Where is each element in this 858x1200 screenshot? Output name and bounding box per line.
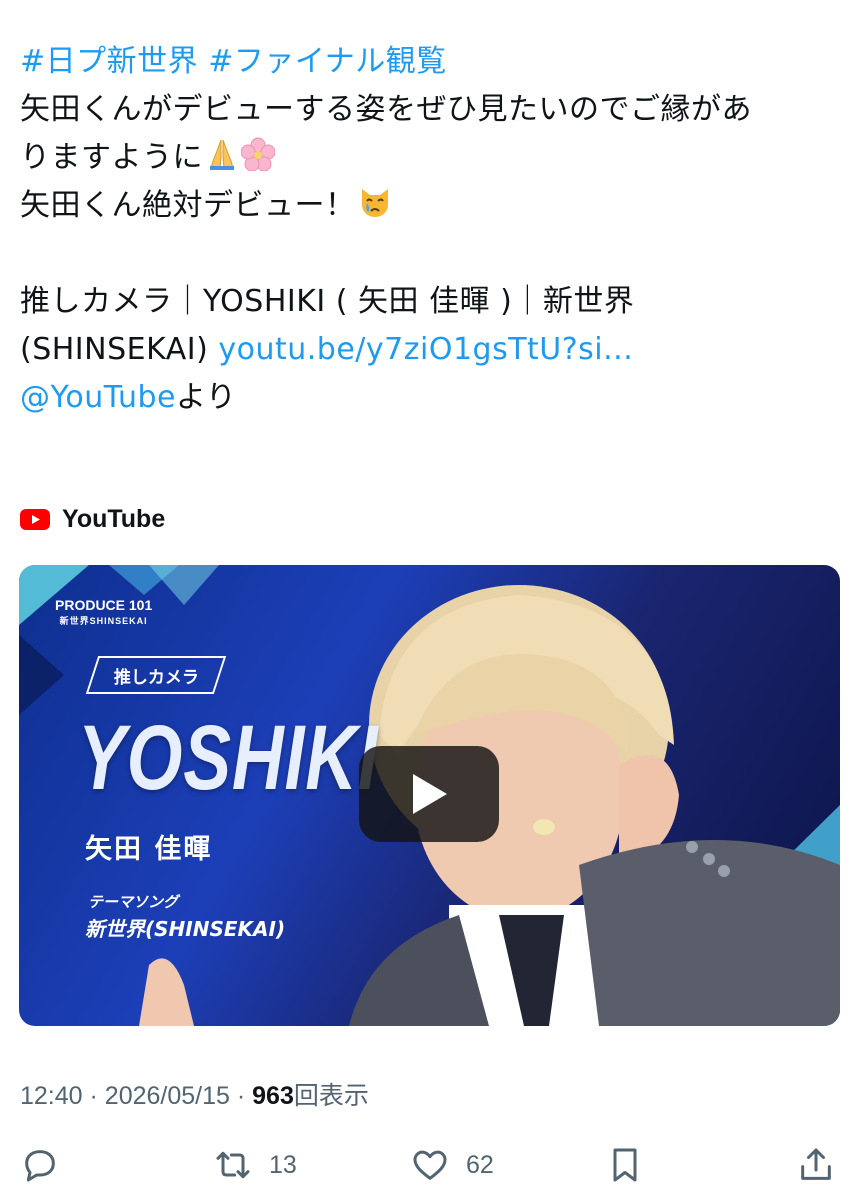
card-source[interactable]: YouTube: [20, 505, 165, 534]
share-icon: [801, 1148, 831, 1180]
card-source-label: YouTube: [62, 505, 166, 533]
hashtags-line: #日プ新世界 #ファイナル観覧: [20, 38, 840, 86]
mention-link[interactable]: @YouTube: [20, 380, 176, 415]
retweet-button[interactable]: 13: [213, 1140, 297, 1190]
tweet-line: 推しカメラ｜YOSHIKI ( 矢田 佳暉 )｜新世界: [20, 284, 635, 319]
tweet-line: (SHINSEKAI) youtu.be/y7ziO1gsTtU?si...: [20, 326, 840, 374]
thumbnail-song-title: 新世界(SHINSEKAI): [85, 917, 286, 941]
like-icon: [413, 1150, 447, 1180]
tweet-line: 矢田くん絶対デビュー！: [20, 182, 840, 230]
bookmark-icon: [613, 1148, 637, 1182]
like-button[interactable]: 62: [410, 1140, 494, 1190]
cherry-blossom-emoji: [241, 137, 275, 171]
folded-hands-emoji: [210, 139, 234, 170]
tweet-meta: 12:40 · 2026/05/15 · 963回表示: [20, 1076, 369, 1112]
bookmark-button[interactable]: [605, 1140, 645, 1190]
youtube-logo-icon: [20, 509, 50, 530]
badge-label: 推しカメラ: [113, 667, 199, 688]
oshi-camera-badge: 推しカメラ: [85, 656, 227, 694]
view-count-label: 回表示: [293, 1081, 369, 1110]
play-button[interactable]: [359, 746, 499, 842]
reply-button[interactable]: [20, 1140, 60, 1190]
like-count: 62: [466, 1150, 494, 1179]
reply-icon: [25, 1150, 55, 1182]
tweet-line: @YouTubeより: [20, 374, 840, 422]
show-logo: PRODUCE 101 新世界SHINSEKAI: [55, 597, 152, 629]
view-count[interactable]: 963: [252, 1082, 294, 1110]
mention-suffix: より: [176, 380, 237, 415]
retweet-icon: [216, 1151, 250, 1179]
meta-separator: ·: [236, 1082, 246, 1110]
tweet-time: 12:40: [20, 1082, 83, 1110]
hashtag-link[interactable]: #ファイナル観覧: [208, 44, 447, 79]
show-logo-subtitle: 新世界SHINSEKAI: [59, 616, 148, 626]
play-icon: [413, 774, 447, 814]
tweet-date: 2026/05/15: [104, 1082, 230, 1110]
thumbnail-name-en: YOSHIKI: [78, 707, 379, 809]
tweet-line-text: (SHINSEKAI): [20, 332, 219, 367]
share-button[interactable]: [796, 1140, 836, 1190]
tweet-line-text: 矢田くん絶対デビュー！: [20, 188, 356, 223]
video-link[interactable]: youtu.be/y7ziO1gsTtU?si...: [218, 332, 633, 367]
thumbnail-song-label: テーマソング: [88, 893, 179, 911]
meta-separator: ·: [89, 1082, 98, 1110]
tweet-line-text: りますように: [20, 140, 203, 175]
thumbnail-name-jp: 矢田 佳暉: [85, 834, 213, 865]
tweet-line: りますように: [20, 134, 840, 182]
tweet-line: 矢田くんがデビューする姿をぜひ見たいのでご縁があ: [20, 92, 752, 127]
retweet-count: 13: [269, 1150, 297, 1179]
crying-cat-emoji: [361, 189, 388, 217]
hashtag-link[interactable]: #日プ新世界: [20, 44, 198, 79]
action-bar: 13 62: [20, 1140, 840, 1190]
tweet-text: #日プ新世界 #ファイナル観覧 矢田くんがデビューする姿をぜひ見たいのでご縁があ…: [20, 38, 840, 422]
show-logo-title: PRODUCE 101: [55, 597, 153, 613]
